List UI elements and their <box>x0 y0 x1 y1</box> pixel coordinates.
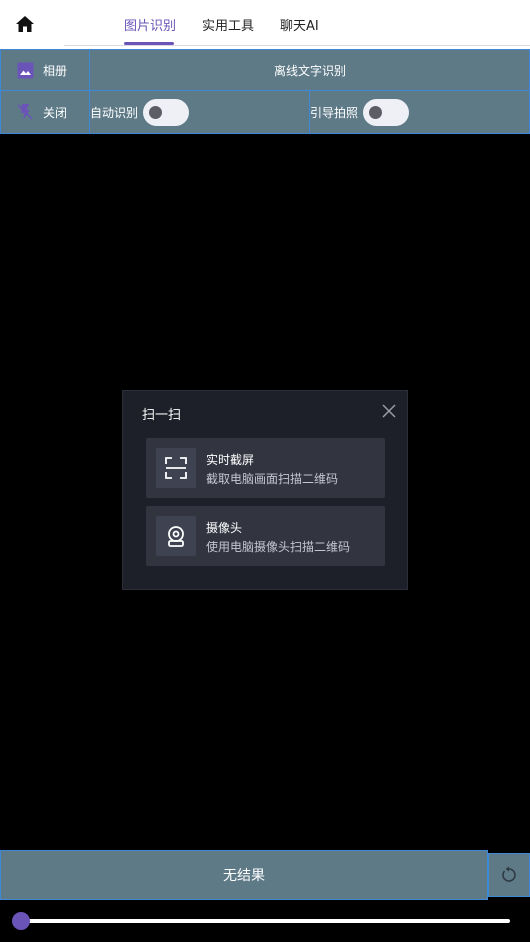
flash-close-button[interactable]: 关闭 <box>17 91 89 133</box>
top-bar: 图片识别 实用工具 聊天AI <box>0 0 530 49</box>
option-title: 摄像头 <box>206 521 243 535</box>
tab-chat-ai[interactable]: 聊天AI <box>280 15 319 34</box>
album-button[interactable]: 相册 <box>17 50 89 90</box>
scan-dialog: 扫一扫 实时截屏 截取电脑画面扫描二维码 摄像头 使用电脑摄像头扫描二维码 <box>122 390 408 590</box>
result-bar[interactable]: 无结果 <box>0 850 488 900</box>
guide-photo-control: 引导拍照 <box>310 91 530 133</box>
refresh-button[interactable] <box>488 853 530 897</box>
tab-utilities[interactable]: 实用工具 <box>202 15 254 34</box>
dialog-title: 扫一扫 <box>142 408 182 423</box>
scan-frame-icon <box>156 448 196 488</box>
home-icon <box>16 16 34 32</box>
tab-image-recognition[interactable]: 图片识别 <box>124 15 176 34</box>
webcam-icon <box>156 516 196 556</box>
slider-track <box>20 919 510 923</box>
auto-recognize-label: 自动识别 <box>90 105 139 120</box>
guide-photo-toggle[interactable] <box>363 98 410 126</box>
toolbar-row-1: 相册 离线文字识别 <box>0 49 530 91</box>
toggle-knob <box>369 105 383 119</box>
option-title: 实时截屏 <box>206 453 255 467</box>
option-description: 使用电脑摄像头扫描二维码 <box>206 540 351 554</box>
close-icon <box>382 404 396 418</box>
home-button[interactable] <box>13 12 37 36</box>
toolbar: 相册 离线文字识别 关闭 自动识别 引导拍照 <box>0 49 530 134</box>
progress-slider[interactable] <box>12 911 512 931</box>
guide-photo-label: 引导拍照 <box>310 105 359 120</box>
auto-recognize-toggle[interactable] <box>143 98 190 126</box>
album-label: 相册 <box>43 63 68 78</box>
recognition-mode-label: 离线文字识别 <box>273 63 346 78</box>
flash-off-icon <box>17 104 33 120</box>
toolbar-row-2: 关闭 自动识别 引导拍照 <box>0 91 530 134</box>
toggle-knob <box>149 105 163 119</box>
option-screen-capture[interactable]: 实时截屏 截取电脑画面扫描二维码 <box>146 438 385 498</box>
result-text: 无结果 <box>223 868 265 884</box>
recognition-mode-selector[interactable]: 离线文字识别 <box>90 50 530 90</box>
option-description: 截取电脑画面扫描二维码 <box>206 472 339 486</box>
active-tab-indicator <box>124 42 174 45</box>
close-label: 关闭 <box>43 105 68 120</box>
refresh-icon <box>502 866 516 882</box>
image-icon <box>17 62 34 78</box>
slider-thumb[interactable] <box>12 912 30 930</box>
dialog-close-button[interactable] <box>381 403 397 419</box>
auto-recognize-control: 自动识别 <box>90 91 309 133</box>
option-webcam[interactable]: 摄像头 使用电脑摄像头扫描二维码 <box>146 506 385 566</box>
